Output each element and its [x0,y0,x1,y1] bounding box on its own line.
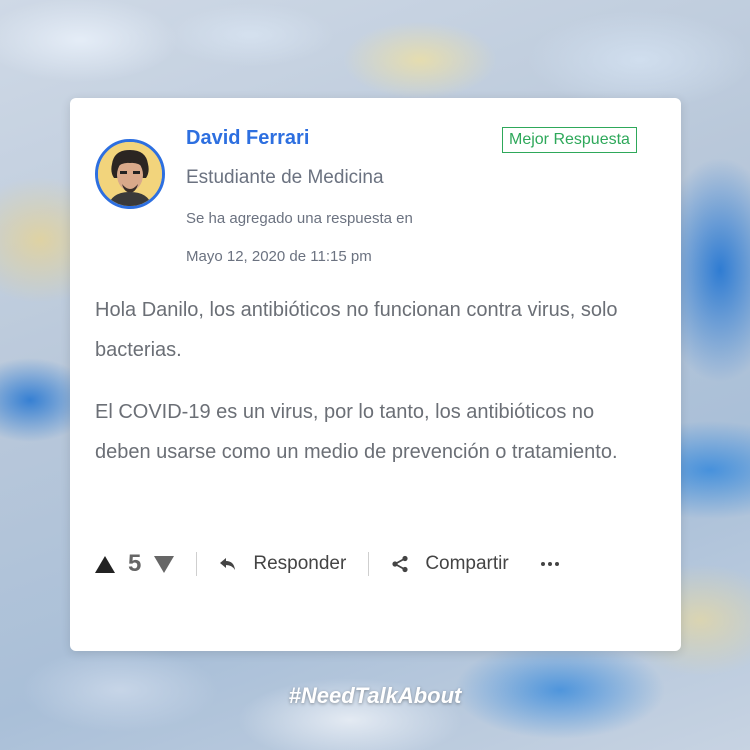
divider [368,552,370,576]
author-name[interactable]: David Ferrari [186,127,309,150]
answer-paragraph: El COVID-19 es un virus, por lo tanto, l… [95,401,618,463]
answer-card: David Ferrari Mejor Respuesta Estudiante… [70,98,681,651]
share-label: Compartir [425,553,509,574]
upvote-triangle-up-icon[interactable] [95,555,115,573]
share-icon [392,555,408,573]
answer-timestamp: Mayo 12, 2020 de 11:15 pm [186,248,372,265]
vote-count: 5 [128,550,142,577]
share-button[interactable]: Compartir [391,553,509,575]
divider [196,552,198,576]
reply-arrow-icon [220,558,236,570]
best-answer-badge: Mejor Respuesta [502,127,637,153]
avatar-portrait [98,142,162,206]
action-bar: 5 Responder Compartir [95,547,655,581]
downvote-triangle-down-icon[interactable] [154,555,175,573]
author-avatar[interactable] [95,139,165,209]
reply-label: Responder [253,553,347,574]
more-options-ellipsis-icon[interactable] [540,562,559,566]
hashtag-caption: #NeedTalkAbout [288,683,462,708]
answer-paragraph: Hola Danilo, los antibióticos no funcion… [95,299,618,361]
reply-button[interactable]: Responder [219,553,346,575]
author-role: Estudiante de Medicina [186,167,384,188]
answer-added-label: Se ha agregado una respuesta en [186,210,413,227]
